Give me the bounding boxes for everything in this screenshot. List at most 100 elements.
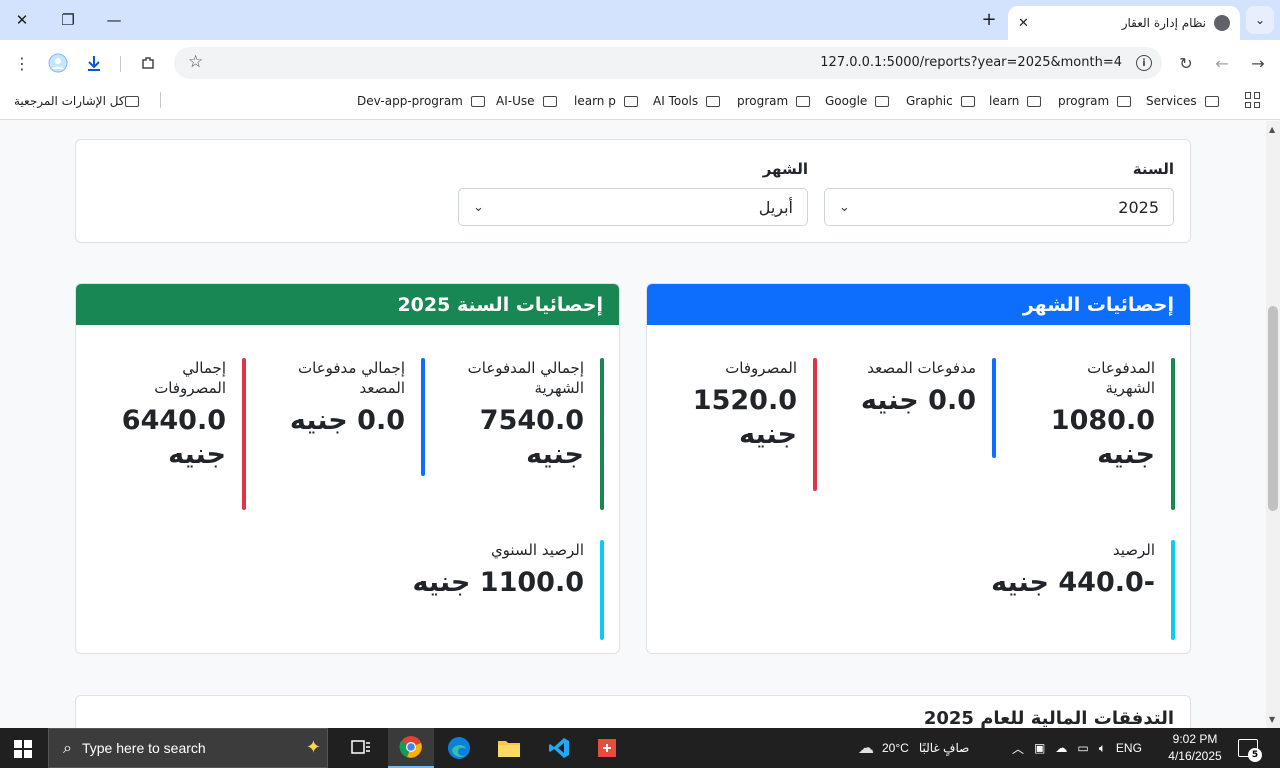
- system-tray: ︿ ▣ ☁ ▭ 🔈︎ ENG: [1012, 728, 1142, 768]
- folder-icon: [1204, 95, 1219, 107]
- folder-icon: [623, 95, 638, 107]
- tab-close-icon[interactable]: ✕: [1018, 16, 1029, 31]
- tab-search-button[interactable]: ⌄: [1246, 6, 1274, 34]
- stat-value: 0.0 جنيه: [289, 405, 405, 436]
- weather-widget[interactable]: ☁ 20°C صافٍ غالبًا: [858, 728, 969, 768]
- stat-value: 1520.0 جنيه: [692, 385, 797, 450]
- clock-time: 9:02 PM: [1172, 732, 1218, 746]
- tab-title: نظام إدارة العقار: [1121, 16, 1206, 30]
- chevron-up-icon[interactable]: ︿: [1012, 740, 1024, 757]
- month-label: الشهر: [762, 160, 808, 178]
- bookmark-label: learn: [989, 94, 1020, 108]
- yearly-balance-stat: الرصيد السنوي 1100.0 جنيه: [384, 540, 604, 640]
- bookmark-star-icon[interactable]: ☆: [188, 52, 203, 72]
- bookmark-google[interactable]: Google: [825, 92, 890, 110]
- bookmark-dev-app-program[interactable]: Dev-app-program: [357, 92, 485, 110]
- scrollbar-thumb[interactable]: [1268, 306, 1278, 511]
- monthly-payments-stat: المدفوعات الشهرية 1080.0 جنيه: [1035, 358, 1175, 510]
- scroll-down-icon[interactable]: ▼: [1269, 715, 1275, 724]
- tab-strip: ✕ ❐ — + نظام إدارة العقار ✕ ⌄: [0, 0, 1280, 40]
- bookmark-program-2[interactable]: program: [737, 92, 811, 110]
- folder-icon: [470, 95, 485, 107]
- new-tab-button[interactable]: +: [978, 8, 1000, 30]
- apps-grid-icon[interactable]: [1245, 92, 1261, 108]
- cashflow-card: التدفقات المالية للعام 2025: [75, 695, 1191, 728]
- stat-accent-bar: [992, 358, 996, 458]
- git-app-icon[interactable]: [584, 728, 630, 768]
- language-indicator[interactable]: ENG: [1116, 741, 1142, 755]
- all-bookmarks[interactable]: كل الإشارات المرجعية: [14, 92, 145, 110]
- bookmark-label: Services: [1146, 94, 1197, 108]
- month-select[interactable]: أبريل ⌄: [458, 188, 808, 226]
- folder-icon: [124, 95, 139, 107]
- scroll-up-icon[interactable]: ▲: [1269, 125, 1275, 134]
- stat-accent-bar: [600, 540, 604, 640]
- task-view-icon[interactable]: [338, 728, 384, 768]
- download-icon[interactable]: [80, 49, 108, 77]
- monthly-stats-card: إحصائيات الشهر المدفوعات الشهرية 1080.0 …: [646, 283, 1191, 654]
- chevron-down-icon: ⌄: [473, 199, 484, 215]
- weather-temp: 20°C: [882, 741, 909, 755]
- url-text: 127.0.0.1:5000/reports?year=2025&month=4: [820, 55, 1122, 70]
- bookmark-label: Graphic: [906, 94, 953, 108]
- bookmark-learn[interactable]: learn: [989, 92, 1042, 110]
- filter-card: السنة 2025 ⌄ الشهر أبريل ⌄: [75, 139, 1191, 243]
- folder-icon: [1117, 95, 1132, 107]
- stat-value: 1080.0 جنيه: [1050, 405, 1155, 470]
- bookmark-ai-tools[interactable]: AI Tools: [653, 92, 721, 110]
- page-scrollbar[interactable]: ▲ ▼: [1266, 121, 1280, 728]
- windows-start-icon[interactable]: [14, 740, 32, 758]
- bookmark-label: Dev-app-program: [357, 94, 463, 108]
- address-bar[interactable]: ☆ 127.0.0.1:5000/reports?year=2025&month…: [174, 47, 1162, 79]
- profile-avatar[interactable]: [44, 49, 72, 77]
- year-label: السنة: [1132, 160, 1174, 178]
- copilot-sparkle-icon: ✦: [305, 737, 321, 758]
- back-icon[interactable]: →: [1244, 49, 1272, 77]
- taskbar-search[interactable]: ⌕ Type here to search ✦: [48, 728, 328, 768]
- bookmark-services[interactable]: Services: [1146, 92, 1219, 110]
- stat-label: إجمالي المصروفات: [154, 359, 226, 397]
- search-icon: ⌕: [63, 738, 72, 757]
- bookmark-learn-p[interactable]: learn p: [574, 92, 638, 110]
- bookmark-graphic[interactable]: Graphic: [906, 92, 975, 110]
- yearly-expenses-stat: إجمالي المصروفات 6440.0 جنيه: [122, 358, 246, 510]
- folder-icon: [1027, 95, 1042, 107]
- stat-label: مدفوعات المصعد: [867, 359, 976, 377]
- bookmark-label: program: [1058, 94, 1110, 108]
- all-bookmarks-label: كل الإشارات المرجعية: [14, 94, 125, 108]
- browser-tab[interactable]: نظام إدارة العقار ✕: [1008, 6, 1240, 40]
- edge-app-icon[interactable]: [436, 728, 482, 768]
- window-minimize-icon[interactable]: —: [100, 6, 128, 34]
- meet-icon[interactable]: ▣: [1034, 741, 1045, 755]
- weather-desc: صافٍ غالبًا: [918, 741, 970, 755]
- bookmark-program[interactable]: program: [1058, 92, 1132, 110]
- stat-value: 0.0 جنيه: [860, 385, 976, 416]
- network-icon[interactable]: ▭: [1077, 741, 1088, 755]
- folder-icon: [706, 95, 721, 107]
- bookmark-ai-use[interactable]: AI-Use: [496, 92, 557, 110]
- onedrive-cloud-icon[interactable]: ☁: [1055, 741, 1067, 755]
- volume-icon[interactable]: 🔈︎: [1099, 741, 1106, 756]
- year-select[interactable]: 2025 ⌄: [824, 188, 1174, 226]
- page-viewport: السنة 2025 ⌄ الشهر أبريل ⌄ إحصائيات الشه…: [0, 121, 1266, 728]
- taskbar-clock[interactable]: 9:02 PM 4/16/2025: [1160, 731, 1230, 765]
- chrome-app-icon[interactable]: [388, 728, 434, 768]
- window-restore-icon[interactable]: ❐: [54, 6, 82, 34]
- stat-accent-bar: [600, 358, 604, 510]
- bookmark-label: AI Tools: [653, 94, 699, 108]
- extensions-icon[interactable]: [134, 49, 162, 77]
- file-explorer-icon[interactable]: [486, 728, 532, 768]
- stat-accent-bar: [242, 358, 246, 510]
- stat-accent-bar: [1171, 358, 1175, 510]
- menu-dots-icon[interactable]: ⋮: [8, 49, 36, 77]
- stat-label: الرصيد: [1112, 541, 1155, 559]
- site-info-icon[interactable]: i: [1136, 55, 1152, 71]
- stat-value: -440.0 جنيه: [991, 567, 1155, 598]
- vscode-app-icon[interactable]: [536, 728, 582, 768]
- window-close-icon[interactable]: ✕: [8, 6, 36, 34]
- toolbar-divider: [120, 56, 121, 72]
- yearly-stats-card: إحصائيات السنة 2025 إجمالي المدفوعات الش…: [75, 283, 620, 654]
- reload-icon[interactable]: ↻: [1172, 49, 1200, 77]
- stat-label: إجمالي المدفوعات الشهرية: [467, 359, 584, 397]
- cashflow-title: التدفقات المالية للعام 2025: [923, 708, 1174, 728]
